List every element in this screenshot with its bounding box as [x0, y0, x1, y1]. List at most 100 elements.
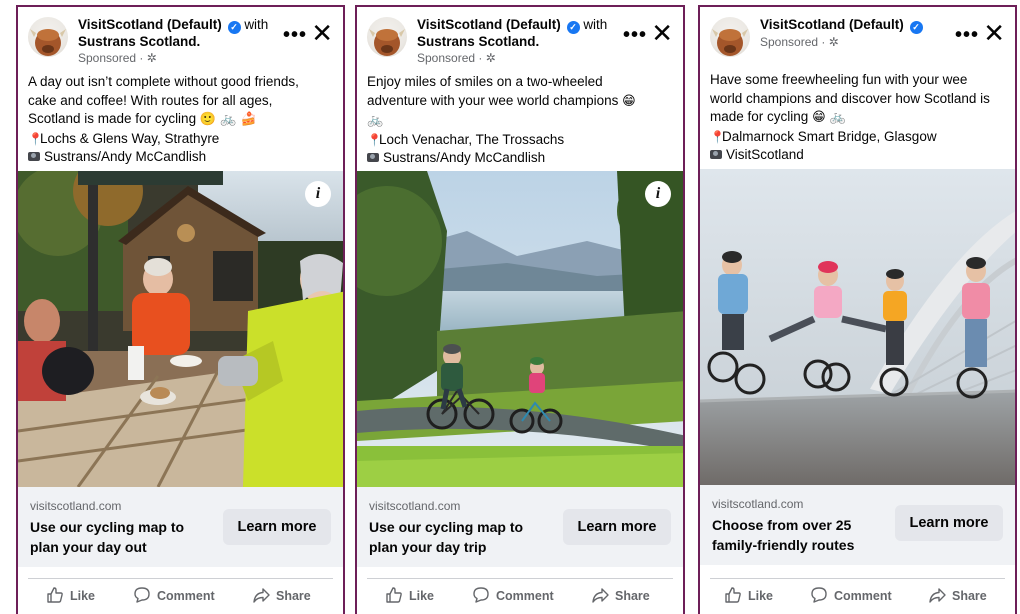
camera-icon: [710, 150, 722, 159]
info-icon[interactable]: i: [305, 181, 331, 207]
location-text: Loch Venachar, The Trossachs: [379, 131, 565, 147]
header-text: VisitScotland (Default) ✓ Sponsored · ✲: [760, 17, 949, 50]
credit-text: Sustrans/Andy McCandlish: [383, 150, 546, 165]
share-icon: [253, 588, 270, 603]
post-line-2: world champions and discover how Scotlan…: [710, 90, 990, 106]
close-icon[interactable]: ✕: [311, 21, 333, 47]
share-label: Share: [615, 589, 650, 603]
share-label: Share: [952, 589, 987, 603]
camera-icon: [367, 153, 379, 162]
post-line-3: made for cycling 😁 🚲: [710, 108, 1005, 128]
like-button[interactable]: Like: [385, 586, 434, 604]
ad-photo[interactable]: i: [357, 171, 683, 487]
comment-label: Comment: [496, 589, 554, 603]
post-line-1: A day out isn’t complete without good fr…: [28, 74, 299, 89]
verified-badge-icon: ✓: [227, 21, 241, 34]
post-header: VisitScotland (Default) ✓ with Sustrans …: [367, 15, 675, 65]
location-text: Dalmarnock Smart Bridge, Glasgow: [722, 128, 937, 144]
like-button[interactable]: Like: [46, 586, 95, 604]
location-line: 📍Dalmarnock Smart Bridge, Glasgow: [710, 128, 1005, 147]
thumbs-up-icon: [386, 587, 402, 603]
comment-icon: [473, 587, 489, 603]
share-button[interactable]: Share: [928, 586, 987, 604]
sponsored-label: Sponsored · ✲: [760, 35, 839, 49]
post-line-1: Enjoy miles of smiles on a two-wheeled: [367, 74, 603, 89]
page-name[interactable]: VisitScotland (Default): [760, 17, 904, 32]
learn-more-button[interactable]: Learn more: [895, 505, 1003, 541]
camera-icon: [28, 152, 40, 161]
link-domain: visitscotland.com: [712, 497, 804, 511]
comment-icon: [811, 587, 827, 603]
action-bar: Like Comment Share: [357, 578, 683, 614]
divider: [710, 578, 1005, 579]
page-avatar[interactable]: [28, 17, 68, 57]
post-header: VisitScotland (Default) ✓ Sponsored · ✲ …: [710, 15, 1007, 65]
partner-name[interactable]: Sustrans Scotland.: [417, 34, 539, 49]
comment-icon: [134, 587, 150, 603]
link-headline[interactable]: Choose from over 25 family-friendly rout…: [712, 515, 882, 555]
like-label: Like: [70, 589, 96, 603]
info-icon[interactable]: i: [645, 181, 671, 207]
share-icon: [929, 588, 946, 603]
header-text: VisitScotland (Default) ✓ with Sustrans …: [417, 17, 617, 66]
share-button[interactable]: Share: [591, 586, 650, 604]
like-button[interactable]: Like: [724, 586, 773, 604]
verified-badge-icon: ✓: [566, 21, 580, 34]
link-headline[interactable]: Use our cycling map to plan your day out: [30, 517, 210, 557]
bike-emoji: 🚲: [367, 113, 384, 128]
page-avatar[interactable]: [367, 17, 407, 57]
sponsored-label: Sponsored · ✲: [417, 51, 496, 65]
like-label: Like: [409, 589, 435, 603]
more-options-icon[interactable]: •••: [955, 25, 979, 45]
with-word: with: [583, 17, 608, 32]
more-options-icon[interactable]: •••: [283, 25, 307, 45]
sponsored-label: Sponsored · ✲: [78, 51, 157, 65]
share-button[interactable]: Share: [252, 586, 311, 604]
action-bar: Like Comment Share: [700, 578, 1015, 614]
post-line-3: 🚲: [367, 111, 673, 131]
ad-card-3: VisitScotland (Default) ✓ Sponsored · ✲ …: [698, 5, 1017, 614]
divider: [28, 578, 333, 579]
page-name[interactable]: VisitScotland (Default): [78, 17, 222, 32]
emoji-group: 😁 🚲: [812, 110, 846, 125]
credit-line: Sustrans/Andy McCandlish: [367, 149, 673, 168]
close-icon[interactable]: ✕: [983, 21, 1005, 47]
credit-text: Sustrans/Andy McCandlish: [44, 149, 207, 164]
share-icon: [592, 588, 609, 603]
post-text: A day out isn’t complete without good fr…: [28, 73, 333, 167]
comment-button[interactable]: Comment: [133, 586, 215, 604]
comment-label: Comment: [834, 589, 892, 603]
credit-text: VisitScotland: [726, 147, 804, 162]
comment-button[interactable]: Comment: [810, 586, 892, 604]
ad-card-1: VisitScotland (Default) ✓ with Sustrans …: [16, 5, 345, 614]
post-header: VisitScotland (Default) ✓ with Sustrans …: [28, 15, 335, 65]
cta-panel[interactable]: visitscotland.com Use our cycling map to…: [357, 487, 683, 567]
partner-name[interactable]: Sustrans Scotland.: [78, 34, 200, 49]
post-text: Enjoy miles of smiles on a two-wheeled a…: [367, 73, 673, 168]
post-line-1: Have some freewheeling fun with your wee: [710, 72, 968, 87]
page-avatar[interactable]: [710, 17, 750, 57]
location-text: Lochs & Glens Way, Strathyre: [40, 130, 220, 146]
comment-button[interactable]: Comment: [472, 586, 554, 604]
more-options-icon[interactable]: •••: [623, 25, 647, 45]
learn-more-button[interactable]: Learn more: [223, 509, 331, 545]
header-text: VisitScotland (Default) ✓ with Sustrans …: [78, 17, 277, 66]
thumbs-up-icon: [47, 587, 63, 603]
ad-photo[interactable]: [700, 169, 1015, 485]
link-headline[interactable]: Use our cycling map to plan your day tri…: [369, 517, 549, 557]
thumbs-up-icon: [725, 587, 741, 603]
post-line-3-text: made for cycling: [710, 109, 809, 124]
post-line-2: adventure with your wee world champions …: [367, 92, 673, 112]
learn-more-button[interactable]: Learn more: [563, 509, 671, 545]
share-label: Share: [276, 589, 311, 603]
comment-label: Comment: [157, 589, 215, 603]
credit-line: VisitScotland: [710, 146, 1005, 165]
like-label: Like: [748, 589, 774, 603]
cta-panel[interactable]: visitscotland.com Use our cycling map to…: [18, 487, 343, 567]
emoji-group: 🙂 🚲 🍰: [199, 112, 257, 127]
ad-card-2: VisitScotland (Default) ✓ with Sustrans …: [355, 5, 685, 614]
ad-photo[interactable]: i: [18, 171, 343, 487]
cta-panel[interactable]: visitscotland.com Choose from over 25 fa…: [700, 485, 1015, 565]
page-name[interactable]: VisitScotland (Default): [417, 17, 561, 32]
close-icon[interactable]: ✕: [651, 21, 673, 47]
